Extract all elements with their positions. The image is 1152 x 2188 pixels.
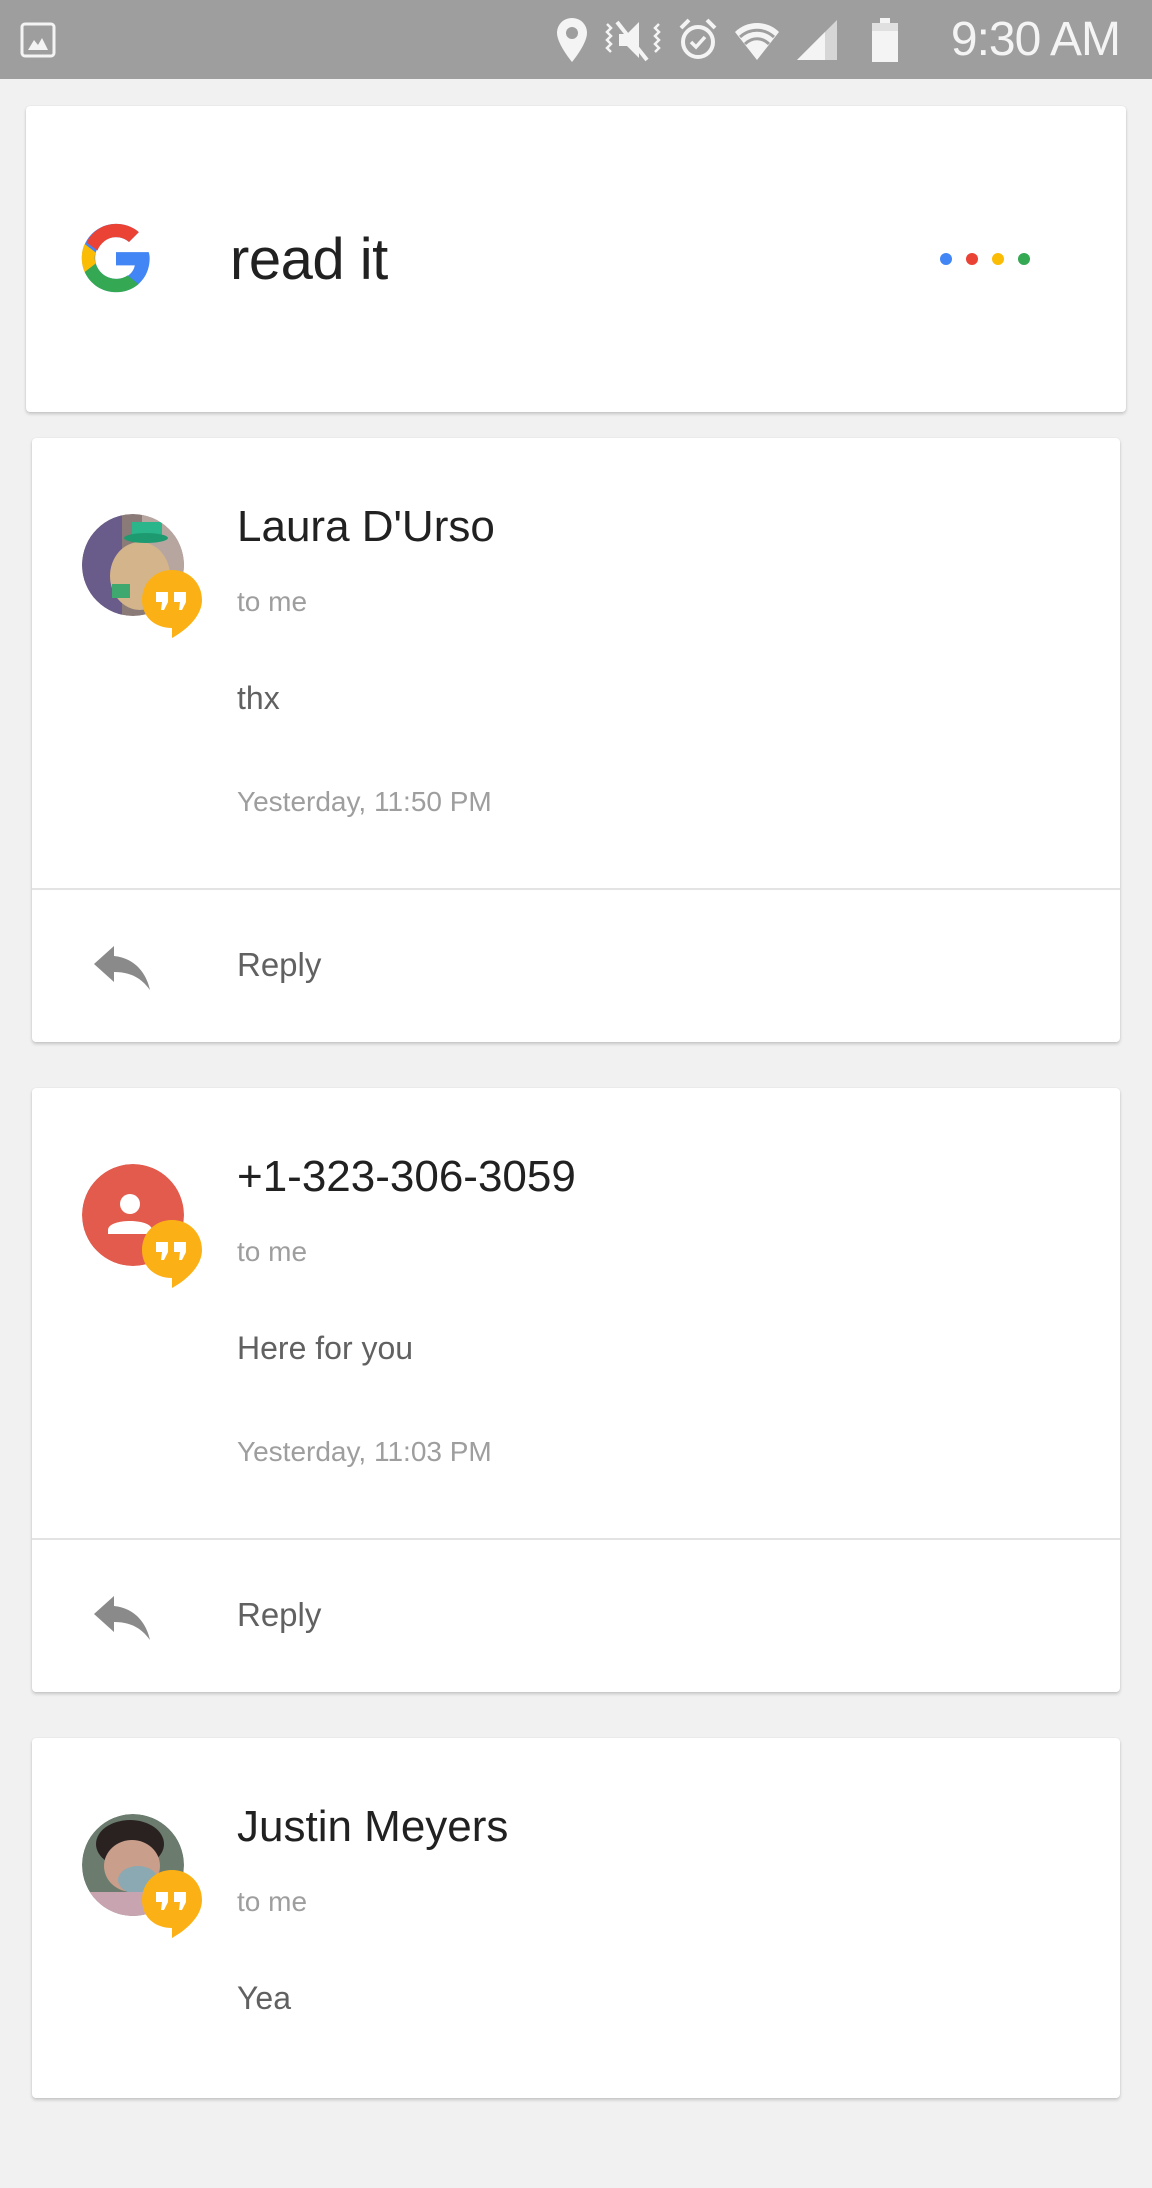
- voice-query-card[interactable]: read it: [26, 106, 1126, 412]
- google-logo-icon: [81, 223, 150, 293]
- listening-indicator: [940, 253, 1030, 265]
- blue-dot: [940, 253, 952, 265]
- message-body: Yea: [237, 1980, 291, 2016]
- yellow-dot: [992, 253, 1004, 265]
- reply-label: Reply: [237, 1596, 322, 1633]
- recipient-label: to me: [237, 1886, 308, 1917]
- sender-avatar-group: [82, 1164, 212, 1294]
- sender-name: +1-323-306-3059: [237, 1152, 576, 1201]
- message-content[interactable]: Laura D'Urso to me thx Yesterday, 11:50 …: [32, 438, 1120, 888]
- hangouts-icon: [142, 1870, 202, 1938]
- sender-avatar-group: [82, 514, 212, 644]
- clock: 9:30 AM: [950, 13, 1121, 66]
- message-card: +1-323-306-3059 to me Here for you Yeste…: [32, 1088, 1120, 1692]
- query-text: read it: [230, 227, 388, 292]
- message-content[interactable]: +1-323-306-3059 to me Here for you Yeste…: [32, 1088, 1120, 1538]
- alarm-icon: [679, 18, 717, 59]
- recipient-label: to me: [237, 586, 308, 617]
- message-timestamp: Yesterday, 11:50 PM: [237, 786, 492, 817]
- message-body: thx: [237, 680, 280, 716]
- red-dot: [966, 253, 978, 265]
- sender-name: Laura D'Urso: [237, 502, 495, 551]
- hangouts-icon: [142, 1220, 202, 1288]
- message-card: Justin Meyers to me Yea: [32, 1738, 1120, 2098]
- status-bar: 9:30 AM: [0, 0, 1152, 79]
- message-body: Here for you: [237, 1330, 414, 1366]
- sender-avatar-group: [82, 1814, 212, 1944]
- reply-button[interactable]: Reply: [32, 1540, 1120, 1692]
- battery-icon: [872, 18, 898, 62]
- message-card: Laura D'Urso to me thx Yesterday, 11:50 …: [32, 438, 1120, 1042]
- location-icon: [557, 18, 587, 62]
- message-content[interactable]: Justin Meyers to me Yea: [32, 1738, 1120, 2188]
- message-timestamp: Yesterday, 11:03 PM: [237, 1436, 492, 1467]
- green-dot: [1018, 253, 1030, 265]
- vibrate-mute-icon: [605, 20, 661, 62]
- reply-label: Reply: [237, 946, 322, 983]
- cell-signal-icon: [797, 20, 837, 60]
- reply-button[interactable]: Reply: [32, 890, 1120, 1042]
- reply-icon: [94, 1596, 150, 1640]
- gallery-notification-icon: [20, 22, 56, 58]
- sender-name: Justin Meyers: [237, 1802, 509, 1851]
- recipient-label: to me: [237, 1236, 308, 1267]
- hangouts-icon: [142, 570, 202, 638]
- wifi-icon: [735, 23, 779, 60]
- reply-icon: [94, 946, 150, 990]
